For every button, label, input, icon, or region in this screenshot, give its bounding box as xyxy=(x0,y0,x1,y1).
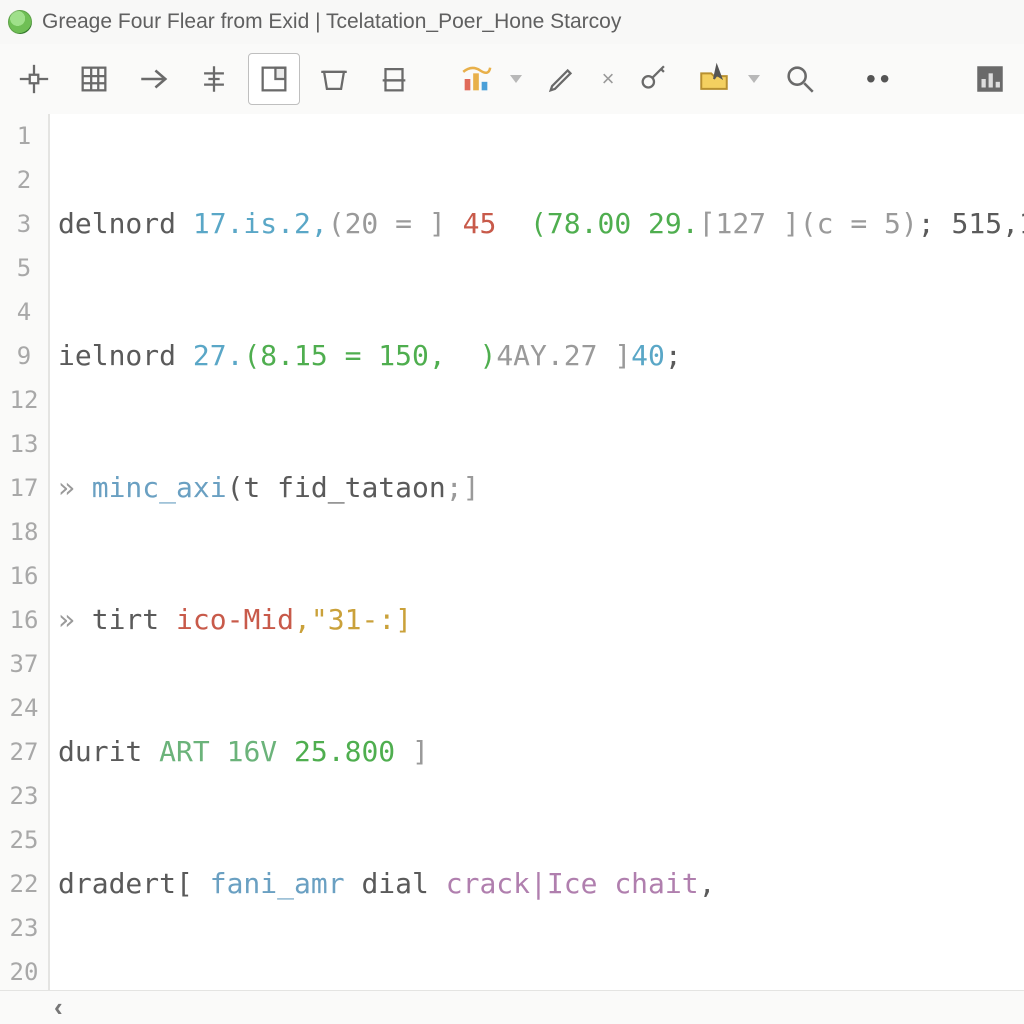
line-number: 37 xyxy=(0,642,48,686)
line-number: 12 xyxy=(0,378,48,422)
code-editor[interactable]: 1235491213171816163724272325222320 delno… xyxy=(0,114,1024,990)
pencil-icon[interactable] xyxy=(536,53,588,105)
app-icon xyxy=(8,10,32,34)
line-number-gutter: 1235491213171816163724272325222320 xyxy=(0,114,50,990)
chart-dropdown-icon[interactable] xyxy=(510,75,522,83)
line-number: 2 xyxy=(0,158,48,202)
grid-icon[interactable] xyxy=(68,53,120,105)
folder-cursor-icon[interactable] xyxy=(688,53,740,105)
scope-icon[interactable] xyxy=(8,53,60,105)
code-line[interactable]: ielnord 27.(8.15 = 150, )4AY.27 ]40; xyxy=(50,334,1024,378)
titlebar: Greage Four Flear from Exid | Tcelatatio… xyxy=(0,0,1024,44)
line-number: 22 xyxy=(0,862,48,906)
code-line[interactable]: durit ART 16V 25.800 ] xyxy=(50,730,1024,774)
panel-icon[interactable] xyxy=(248,53,300,105)
line-number: 1 xyxy=(0,114,48,158)
chart-icon[interactable] xyxy=(450,53,502,105)
folder-dropdown-icon[interactable] xyxy=(748,75,760,83)
bottom-bar: ‹ xyxy=(0,990,1024,1024)
toolbar: × •• xyxy=(0,44,1024,114)
code-line[interactable]: dradert[ fani_amr dial crack|Ice chait, xyxy=(50,862,1024,906)
line-number: 9 xyxy=(0,334,48,378)
line-number: 16 xyxy=(0,554,48,598)
chart-dark-icon[interactable] xyxy=(964,53,1016,105)
line-number: 27 xyxy=(0,730,48,774)
align-icon[interactable] xyxy=(188,53,240,105)
line-number: 24 xyxy=(0,686,48,730)
search-icon[interactable] xyxy=(774,53,826,105)
line-number: 18 xyxy=(0,510,48,554)
bucket-icon[interactable] xyxy=(308,53,360,105)
code-line[interactable]: » tirt ico-Mid,"31-:] xyxy=(50,598,1024,642)
line-number: 13 xyxy=(0,422,48,466)
line-number: 3 xyxy=(0,202,48,246)
code-line[interactable]: delnord 17.is.2,(20 = ] 45 (78.00 29.⌈12… xyxy=(50,202,1024,246)
printer-icon[interactable] xyxy=(368,53,420,105)
more-icon[interactable]: •• xyxy=(856,63,904,95)
window-title: Greage Four Flear from Exid | Tcelatatio… xyxy=(42,10,621,34)
line-number: 20 xyxy=(0,950,48,994)
line-number: 25 xyxy=(0,818,48,862)
arrow-right-icon[interactable] xyxy=(128,53,180,105)
code-line[interactable]: » minc_axi(t fid_tataon;] xyxy=(50,466,1024,510)
line-number: 16 xyxy=(0,598,48,642)
line-number: 23 xyxy=(0,906,48,950)
code-area[interactable]: delnord 17.is.2,(20 = ] 45 (78.00 29.⌈12… xyxy=(50,114,1024,990)
line-number: 23 xyxy=(0,774,48,818)
key-icon[interactable] xyxy=(628,53,680,105)
chevron-left-icon[interactable]: ‹ xyxy=(54,992,63,1023)
close-icon[interactable]: × xyxy=(596,66,620,92)
line-number: 4 xyxy=(0,290,48,334)
line-number: 17 xyxy=(0,466,48,510)
line-number: 5 xyxy=(0,246,48,290)
